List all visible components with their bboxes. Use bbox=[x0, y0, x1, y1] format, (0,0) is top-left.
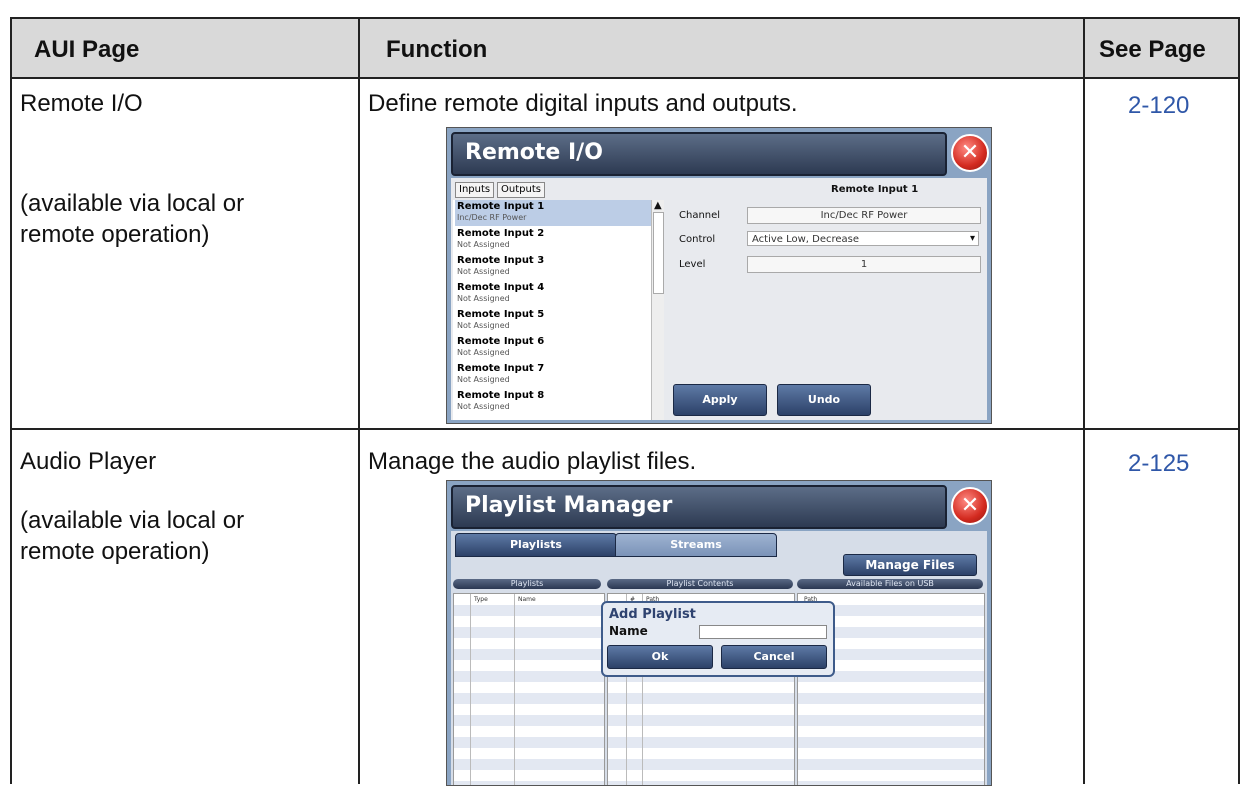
dialog-name-label: Name bbox=[609, 624, 648, 638]
playlist-name-input[interactable] bbox=[699, 625, 827, 639]
channel-button[interactable]: Inc/Dec RF Power bbox=[747, 207, 981, 224]
dialog-title: Add Playlist bbox=[609, 607, 696, 622]
remote-io-titlebar: Remote I/O bbox=[451, 132, 947, 176]
row2-function: Manage the audio playlist files. bbox=[368, 448, 697, 475]
row1-see-page-link[interactable]: 2-120 bbox=[1128, 92, 1189, 120]
tab-streams[interactable]: Streams bbox=[615, 533, 777, 557]
channel-label: Channel bbox=[679, 210, 721, 221]
section-playlists: Playlists bbox=[453, 579, 601, 589]
table-border-right bbox=[1238, 17, 1240, 784]
tab-inputs[interactable]: Inputs bbox=[455, 182, 495, 198]
control-select[interactable]: Active Low, Decrease bbox=[747, 231, 979, 246]
table-border-left bbox=[10, 17, 12, 784]
scroll-up-icon[interactable]: ▲ bbox=[654, 200, 662, 211]
list-item[interactable]: Remote Input 2 Not Assigned bbox=[455, 227, 661, 253]
section-playlist-contents: Playlist Contents bbox=[607, 579, 793, 589]
level-field[interactable]: 1 bbox=[747, 256, 981, 273]
col-divider bbox=[514, 594, 515, 785]
header-see-page: See Page bbox=[1099, 36, 1206, 63]
row1-page-name: Remote I/O bbox=[20, 90, 143, 117]
list-item[interactable]: Remote Input 8 Not Assigned bbox=[455, 389, 661, 415]
list-item[interactable]: Remote Input 7 Not Assigned bbox=[455, 362, 661, 388]
table-header-row bbox=[10, 17, 1240, 79]
row2-see-page-link[interactable]: 2-125 bbox=[1128, 450, 1189, 478]
row-divider bbox=[10, 428, 1240, 430]
column-divider-2 bbox=[1083, 17, 1085, 784]
list-item[interactable]: Remote Input 6 Not Assigned bbox=[455, 335, 661, 361]
playlist-titlebar: Playlist Manager bbox=[451, 485, 947, 529]
undo-button[interactable]: Undo bbox=[777, 384, 871, 416]
column-divider-1 bbox=[358, 17, 360, 784]
list-item[interactable]: Remote Input 5 Not Assigned bbox=[455, 308, 661, 334]
level-label: Level bbox=[679, 259, 706, 270]
section-available-files: Available Files on USB bbox=[797, 579, 983, 589]
cancel-button[interactable]: Cancel bbox=[721, 645, 827, 669]
apply-button[interactable]: Apply bbox=[673, 384, 767, 416]
remote-io-title: Remote I/O bbox=[465, 140, 603, 165]
header-aui-page: AUI Page bbox=[34, 36, 140, 63]
list-item[interactable]: Remote Input 4 Not Assigned bbox=[455, 281, 661, 307]
row2-availability: (available via local or remote operation… bbox=[20, 507, 245, 565]
input-list: Remote Input 1 Inc/Dec RF Power Remote In… bbox=[453, 200, 663, 420]
remote-io-body: Inputs Outputs Remote Input 1 Inc/Dec RF … bbox=[451, 178, 987, 420]
close-icon[interactable]: ✕ bbox=[951, 487, 989, 525]
control-label: Control bbox=[679, 234, 716, 245]
scroll-thumb[interactable] bbox=[653, 212, 664, 294]
list-scrollbar[interactable]: ▲ bbox=[651, 200, 664, 420]
col-type: Type bbox=[474, 596, 488, 603]
remote-io-screenshot: Remote I/O ✕ Inputs Outputs Remote Input… bbox=[446, 127, 992, 424]
close-icon[interactable]: ✕ bbox=[951, 134, 989, 172]
row1-function: Define remote digital inputs and outputs… bbox=[368, 90, 798, 117]
list-item[interactable]: Remote Input 3 Not Assigned bbox=[455, 254, 661, 280]
tab-outputs[interactable]: Outputs bbox=[497, 182, 545, 198]
playlist-manager-screenshot: Playlist Manager ✕ Playlists Streams Man… bbox=[446, 480, 992, 786]
playlist-title: Playlist Manager bbox=[465, 493, 673, 518]
list-item[interactable]: Remote Input 1 Inc/Dec RF Power bbox=[455, 200, 661, 226]
col-divider bbox=[470, 594, 471, 785]
ok-button[interactable]: Ok bbox=[607, 645, 713, 669]
tab-playlists[interactable]: Playlists bbox=[455, 533, 617, 557]
playlists-grid[interactable]: Type Name bbox=[453, 593, 605, 785]
chevron-down-icon[interactable]: ▾ bbox=[970, 233, 975, 244]
add-playlist-dialog: Add Playlist Name Ok Cancel bbox=[601, 601, 835, 677]
playlist-body: Playlists Streams Manage Files Playlists… bbox=[451, 531, 987, 785]
header-function: Function bbox=[386, 36, 488, 63]
manage-files-button[interactable]: Manage Files bbox=[843, 554, 977, 576]
detail-title: Remote Input 1 bbox=[831, 184, 919, 195]
row2-page-name: Audio Player bbox=[20, 448, 157, 475]
row1-availability: (available via local or remote operation… bbox=[20, 190, 245, 248]
col-name: Name bbox=[518, 596, 536, 603]
